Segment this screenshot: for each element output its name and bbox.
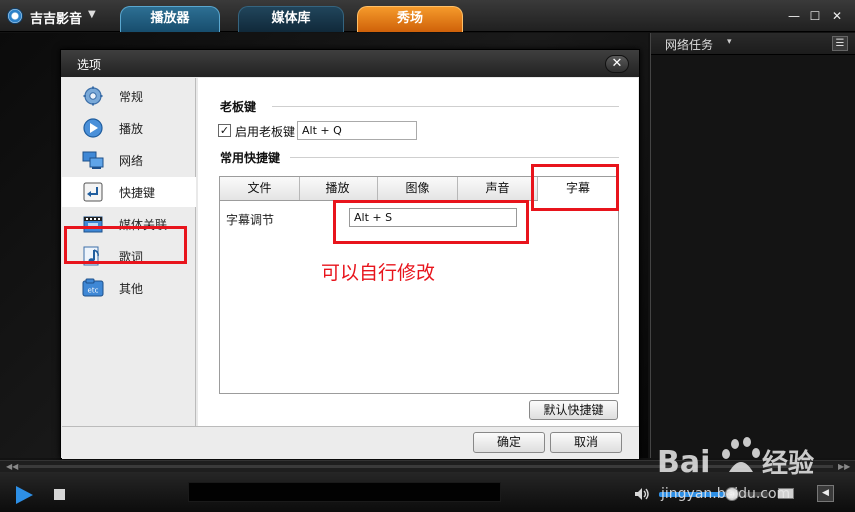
nav-item-other[interactable]: etc 其他 (62, 273, 196, 303)
tab-media-library[interactable]: 媒体库 (238, 6, 344, 32)
nav-item-playback[interactable]: 播放 (62, 113, 196, 143)
maximize-button[interactable]: ☐ (806, 8, 824, 24)
etc-icon: etc (82, 278, 104, 297)
volume-icon[interactable] (634, 487, 650, 501)
dialog-title: 选项 (77, 58, 102, 72)
subtitle-adjust-label: 字幕调节 (226, 213, 275, 227)
annotation-text: 可以自行修改 (321, 262, 436, 284)
default-hotkeys-button[interactable]: 默认快捷键 (529, 400, 618, 420)
nav-item-hotkeys[interactable]: 快捷键 (62, 177, 196, 207)
play-circle-icon (83, 118, 103, 138)
title-bar: 吉吉影音 ▼ 播放器 媒体库 秀场 — ☐ ✕ (0, 0, 855, 32)
network-task-title[interactable]: 网络任务 (665, 36, 713, 53)
watermark-brand-cn: 经验 (762, 448, 814, 479)
list-menu-icon[interactable]: ☰ (832, 36, 848, 51)
shortcut-key-icon (83, 182, 103, 202)
ok-button[interactable]: 确定 (473, 432, 545, 453)
options-dialog: 选项 ✕ 常规 播放 网络 快捷键 媒体关联 歌词 etc 其他 老板键 ✓ 启… (60, 49, 640, 459)
section-divider (290, 157, 619, 158)
watermark-url: jingyan.baidu.com (660, 486, 790, 502)
nav-item-network[interactable]: 网络 (62, 145, 196, 175)
app-logo-icon[interactable] (7, 8, 23, 24)
nav-item-label: 其他 (119, 282, 144, 296)
gear-icon (83, 86, 103, 106)
player-window: 吉吉影音 ▼ 播放器 媒体库 秀场 — ☐ ✕ 网络任务 ▾ ☰ 选项 ✕ 常规… (0, 0, 855, 512)
network-icon (82, 151, 104, 169)
baidu-jingyan-watermark: Bai 经验 jingyan.baidu.com (657, 437, 814, 502)
tab-player[interactable]: 播放器 (120, 6, 220, 32)
boss-key-checkbox-label[interactable]: 启用老板键 (235, 123, 295, 140)
nav-item-label: 播放 (119, 122, 144, 136)
play-icon[interactable] (16, 486, 33, 504)
chevron-down-icon[interactable]: ▾ (727, 37, 732, 47)
close-button[interactable]: ✕ (828, 8, 846, 24)
dialog-title-bar: 选项 ✕ (61, 50, 639, 77)
annotation-highlight-tab (531, 164, 619, 211)
nav-item-label: 常规 (119, 90, 144, 104)
network-task-panel: 网络任务 ▾ ☰ (650, 33, 855, 458)
seek-back-icon[interactable]: ◀◀ (6, 462, 18, 471)
tab-show[interactable]: 秀场 (357, 6, 463, 32)
section-divider (272, 106, 619, 107)
hotkeys-section-title: 常用快捷键 (220, 151, 281, 165)
tab-file[interactable]: 文件 (220, 177, 300, 200)
boss-key-checkbox[interactable]: ✓ (218, 124, 231, 137)
cancel-button[interactable]: 取消 (550, 432, 622, 453)
hotkey-settings-panel: 老板键 ✓ 启用老板键 Alt + Q 常用快捷键 文件 播放 图像 声音 字幕… (198, 78, 638, 426)
watermark-brand: Bai (657, 445, 710, 480)
nav-item-label: 网络 (119, 154, 144, 168)
tab-sound[interactable]: 声音 (458, 177, 538, 200)
app-menu-arrow-icon[interactable]: ▼ (88, 9, 96, 20)
dialog-close-button[interactable]: ✕ (605, 55, 629, 73)
network-task-header: 网络任务 ▾ ☰ (651, 33, 855, 55)
nav-item-general[interactable]: 常规 (62, 81, 196, 111)
boss-key-input[interactable]: Alt + Q (297, 121, 417, 140)
boss-key-section-title: 老板键 (220, 100, 257, 114)
tab-playback[interactable]: 播放 (298, 177, 378, 200)
svg-text:etc: etc (88, 287, 99, 295)
stop-icon[interactable] (54, 489, 65, 500)
time-display (188, 482, 501, 502)
app-name[interactable]: 吉吉影音 (30, 8, 82, 27)
tab-image[interactable]: 图像 (378, 177, 458, 200)
nav-item-label: 快捷键 (119, 186, 156, 200)
minimize-button[interactable]: — (785, 8, 803, 24)
annotation-highlight-nav (64, 226, 187, 264)
annotation-highlight-input (333, 200, 529, 244)
